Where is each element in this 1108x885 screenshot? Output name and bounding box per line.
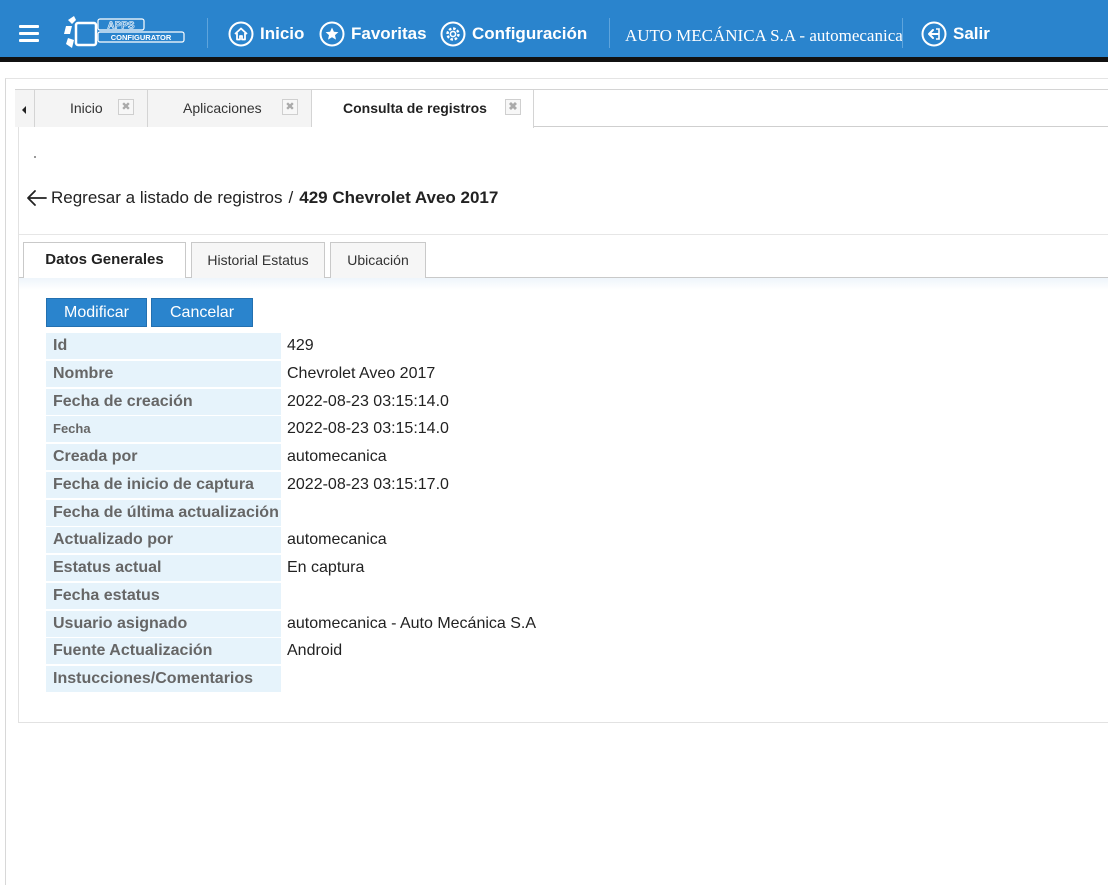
- close-tab-aplicaciones-icon[interactable]: ✖: [282, 99, 298, 115]
- cancel-button[interactable]: Cancelar: [151, 298, 253, 327]
- arrow-left-icon: [27, 190, 47, 206]
- field-label: Actualizado por: [46, 527, 281, 553]
- field-row-fecha-creacion: Fecha de creación 2022-08-23 03:15:14.0: [46, 389, 746, 415]
- field-label: Nombre: [46, 361, 281, 387]
- hamburger-menu-icon[interactable]: [19, 25, 39, 42]
- company-name: AUTO MECÁNICA S.A - automecanica: [625, 26, 903, 45]
- field-row-fecha-estatus: Fecha estatus: [46, 583, 746, 609]
- field-row-fecha: Fecha 2022-08-23 03:15:14.0: [46, 416, 746, 442]
- close-tab-consulta-icon[interactable]: ✖: [505, 99, 521, 115]
- field-label: Fecha de última actualización: [46, 500, 281, 526]
- logo-apps-text: APPS: [107, 21, 135, 32]
- star-icon: [319, 21, 345, 47]
- tab-historial-estatus[interactable]: Historial Estatus: [191, 242, 325, 278]
- tab-aplicaciones-label: Aplicaciones: [183, 100, 262, 116]
- tab-aplicaciones[interactable]: Aplicaciones ✖: [148, 90, 312, 127]
- divider: [902, 18, 903, 48]
- home-icon: [228, 21, 254, 47]
- tab-scroll-left-button[interactable]: [15, 90, 35, 127]
- tab-strip: Inicio ✖ Aplicaciones ✖ Consulta de regi…: [15, 89, 1108, 128]
- field-row-id: Id 429: [46, 333, 746, 359]
- tab-inicio[interactable]: Inicio ✖: [35, 90, 148, 127]
- field-label: Fecha de creación: [46, 389, 281, 415]
- nav-favoritas[interactable]: Favoritas: [319, 19, 427, 49]
- field-value: 429: [287, 337, 314, 354]
- field-value: En captura: [287, 559, 365, 576]
- divider: [609, 18, 610, 48]
- top-navbar: APPS CONFIGURATOR Inicio Favoritas Confi…: [0, 0, 1108, 62]
- tab-consulta-de-registros[interactable]: Consulta de registros ✖: [312, 90, 534, 128]
- field-label: Estatus actual: [46, 555, 281, 581]
- tab-consulta-label: Consulta de registros: [343, 100, 487, 116]
- tab-ubicacion[interactable]: Ubicación: [330, 242, 426, 278]
- field-value: 2022-08-23 03:15:17.0: [287, 476, 449, 493]
- logout-label: Salir: [953, 24, 990, 43]
- field-value: Android: [287, 642, 343, 659]
- dot-marker: [34, 156, 36, 158]
- field-value: automecanica - Auto Mecánica S.A: [287, 615, 537, 632]
- field-label: Fuente Actualización: [46, 638, 281, 664]
- apps-configurator-logo[interactable]: APPS CONFIGURATOR: [62, 14, 186, 52]
- nav-configuracion-label: Configuración: [472, 24, 588, 43]
- breadcrumb: Regresar a listado de registros / 429 Ch…: [26, 188, 498, 208]
- field-row-inicio-captura: Fecha de inicio de captura 2022-08-23 03…: [46, 472, 746, 498]
- field-value: 2022-08-23 03:15:14.0: [287, 393, 449, 410]
- field-row-instrucciones: Instucciones/Comentarios: [46, 666, 746, 692]
- back-link[interactable]: Regresar a listado de registros: [26, 188, 283, 208]
- field-label: Instucciones/Comentarios: [46, 666, 281, 692]
- field-value: automecanica: [287, 448, 387, 465]
- logo-configurator-text: CONFIGURATOR: [111, 33, 172, 42]
- divider: [207, 18, 208, 48]
- tab-datos-generales[interactable]: Datos Generales: [23, 242, 186, 279]
- field-row-usuario-asignado: Usuario asignado automecanica - Auto Mec…: [46, 611, 746, 637]
- field-value: Chevrolet Aveo 2017: [287, 365, 436, 382]
- tab-inicio-label: Inicio: [70, 100, 103, 116]
- field-value: 2022-08-23 03:15:14.0: [287, 420, 449, 437]
- field-label: Fecha de inicio de captura: [46, 472, 281, 498]
- close-tab-inicio-icon[interactable]: ✖: [118, 99, 134, 115]
- modify-button[interactable]: Modificar: [46, 298, 147, 327]
- field-row-fuente-actualizacion: Fuente Actualización Android: [46, 638, 746, 664]
- field-row-estatus-actual: Estatus actual En captura: [46, 555, 746, 581]
- field-row-actualizado-por: Actualizado por automecanica: [46, 527, 746, 553]
- nav-configuracion[interactable]: Configuración: [440, 19, 587, 49]
- tab-content-header: [19, 278, 1108, 290]
- field-row-creada-por: Creada por automecanica: [46, 444, 746, 470]
- field-label: Creada por: [46, 444, 281, 470]
- field-label: Fecha estatus: [46, 583, 281, 609]
- divider: [19, 234, 1108, 235]
- field-row-ultima-actualizacion: Fecha de última actualización: [46, 500, 746, 526]
- field-row-nombre: Nombre Chevrolet Aveo 2017: [46, 361, 746, 387]
- nav-favoritas-label: Favoritas: [351, 24, 427, 43]
- nav-inicio[interactable]: Inicio: [228, 19, 304, 49]
- gear-icon: [440, 21, 466, 47]
- field-value: automecanica: [287, 531, 387, 548]
- caret-left-icon: [22, 106, 26, 114]
- field-label: Id: [46, 333, 281, 359]
- detail-tabs: Datos Generales Historial Estatus Ubicac…: [19, 242, 1108, 279]
- field-label: Usuario asignado: [46, 611, 281, 637]
- nav-inicio-label: Inicio: [260, 24, 305, 43]
- record-title: 429 Chevrolet Aveo 2017: [299, 188, 499, 207]
- logout-icon: [921, 21, 947, 47]
- logout-button[interactable]: Salir: [921, 19, 990, 49]
- field-label: Fecha: [46, 416, 281, 442]
- back-link-label: Regresar a listado de registros: [51, 188, 283, 207]
- breadcrumb-separator: /: [288, 188, 294, 207]
